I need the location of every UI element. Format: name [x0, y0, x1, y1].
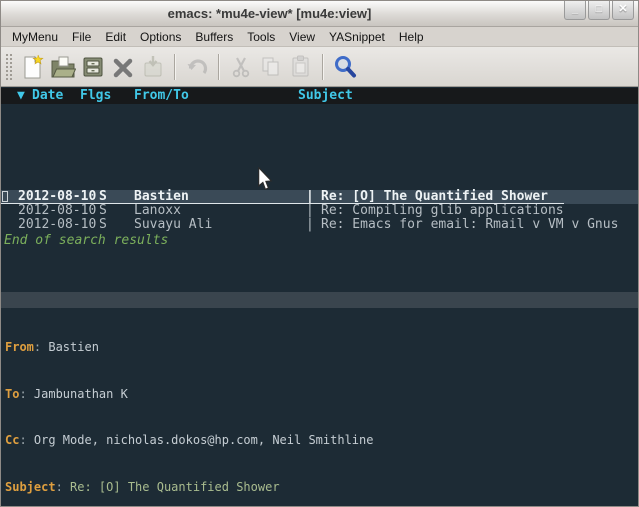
- field-cc: Cc: Org Mode, nicholas.dokos@hp.com, Nei…: [5, 433, 638, 449]
- column-separator: |: [306, 204, 314, 218]
- menu-edit[interactable]: Edit: [98, 28, 133, 46]
- new-file-icon[interactable]: [20, 53, 46, 81]
- cut-icon[interactable]: [228, 53, 254, 81]
- column-flags[interactable]: Flgs: [80, 88, 111, 104]
- paste-icon[interactable]: [288, 53, 314, 81]
- mouse-cursor: [257, 167, 273, 195]
- email-subject: Re: [O] The Quantified Shower: [321, 190, 548, 204]
- save-icon[interactable]: [80, 53, 106, 81]
- email-subject: Re: Emacs for email: Rmail v VM v Gnus: [321, 218, 618, 232]
- maximize-button[interactable]: □: [588, 1, 610, 20]
- email-row[interactable]: 2012-08-10 S Suvayu Ali | Re: Emacs for …: [1, 218, 638, 232]
- menu-view[interactable]: View: [282, 28, 322, 46]
- undo-icon[interactable]: [184, 53, 210, 81]
- email-from: Suvayu Ali: [134, 218, 212, 232]
- column-separator: |: [306, 190, 314, 204]
- search-icon[interactable]: [332, 53, 358, 81]
- email-date: 2012-08-10: [18, 190, 96, 204]
- emacs-window: emacs: *mu4e-view* [mu4e:view] _ □ ✕ MyM…: [0, 0, 639, 507]
- delete-icon[interactable]: [110, 53, 136, 81]
- toolbar-separator: [218, 54, 220, 80]
- titlebar[interactable]: emacs: *mu4e-view* [mu4e:view] _ □ ✕: [1, 1, 638, 27]
- field-subject: Subject: Re: [O] The Quantified Shower: [5, 480, 638, 496]
- menu-buffers[interactable]: Buffers: [188, 28, 240, 46]
- toolbar: [1, 47, 638, 87]
- field-from: From: Bastien: [5, 340, 638, 356]
- window-title: emacs: *mu4e-view* [mu4e:view]: [1, 6, 538, 21]
- toolbar-separator: [174, 54, 176, 80]
- end-of-search-results: End of search results: [4, 233, 168, 248]
- email-date: 2012-08-10: [18, 218, 96, 232]
- column-date[interactable]: Date: [32, 88, 63, 104]
- emacs-frame: ▼ Date Flgs From/To Subject 2012-08-10 S…: [1, 87, 638, 506]
- email-flags: S: [99, 218, 107, 232]
- email-date: 2012-08-10: [18, 204, 96, 218]
- inactive-cursor: [2, 191, 8, 202]
- modeline-headers: *mu4e-headers* ( 1, 0) [All/275] [mu4e-h…: [1, 292, 638, 308]
- email-subject: Re: Compiling glib applications: [321, 204, 564, 218]
- email-flags: S: [99, 204, 107, 218]
- open-file-icon[interactable]: [50, 53, 76, 81]
- close-button[interactable]: ✕: [612, 1, 634, 20]
- email-row-selected[interactable]: 2012-08-10 S Bastien | Re: [O] The Quant…: [1, 190, 638, 204]
- email-from: Lanoxx: [134, 204, 181, 218]
- toolbar-separator: [322, 54, 324, 80]
- menu-tools[interactable]: Tools: [240, 28, 282, 46]
- menu-yasnippet[interactable]: YASnippet: [322, 28, 392, 46]
- email-flags: S: [99, 190, 107, 204]
- copy-icon[interactable]: [258, 53, 284, 81]
- field-to: To: Jambunathan K: [5, 387, 638, 403]
- save-as-icon[interactable]: [140, 53, 166, 81]
- message-view: From: Bastien To: Jambunathan K Cc: Org …: [5, 309, 638, 507]
- minimize-button[interactable]: _: [564, 1, 586, 20]
- menu-help[interactable]: Help: [392, 28, 431, 46]
- column-subject[interactable]: Subject: [298, 88, 353, 104]
- menubar: MyMenu File Edit Options Buffers Tools V…: [1, 27, 638, 47]
- email-from: Bastien: [134, 190, 189, 204]
- sort-descending-icon[interactable]: ▼: [17, 88, 25, 104]
- column-from[interactable]: From/To: [134, 88, 189, 104]
- menu-mymenu[interactable]: MyMenu: [5, 28, 65, 46]
- menu-file[interactable]: File: [65, 28, 98, 46]
- toolbar-grip[interactable]: [5, 53, 12, 81]
- headers-column-row[interactable]: ▼ Date Flgs From/To Subject: [1, 88, 638, 104]
- menu-options[interactable]: Options: [133, 28, 188, 46]
- email-row[interactable]: 2012-08-10 S Lanoxx | Re: Compiling glib…: [1, 204, 638, 218]
- column-separator: |: [306, 218, 314, 232]
